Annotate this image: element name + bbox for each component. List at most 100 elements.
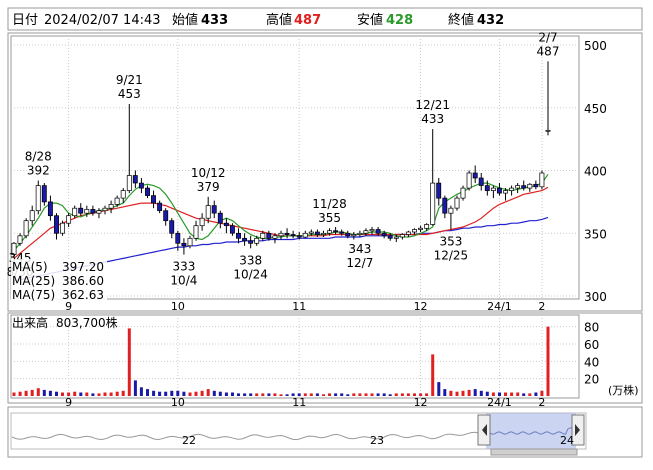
volume-bar [376, 393, 380, 396]
annotation-date: 10/4 [170, 274, 197, 288]
header-high-label: 高値 [266, 12, 292, 28]
volume-bar [285, 394, 289, 396]
candle-body [229, 225, 235, 234]
candle-body [369, 229, 375, 232]
candle-body [47, 201, 53, 217]
candle-body [126, 175, 132, 191]
volume-bar [413, 393, 416, 396]
volume-bar [103, 392, 107, 396]
candle-body [151, 195, 156, 204]
volume-bar [406, 393, 410, 396]
annotation-value: 343 [348, 242, 371, 256]
candle-body [169, 220, 175, 234]
price-x-tick-label: 24/1 [487, 300, 512, 313]
volume-bar [224, 392, 228, 396]
volume-bar [267, 393, 271, 396]
candle-body [17, 235, 23, 244]
candle-body [545, 129, 551, 132]
candle-body [266, 232, 272, 239]
candle-body [418, 227, 423, 230]
volume-bar [231, 392, 234, 396]
volume-bar [382, 393, 386, 396]
header-high-value: 487 [294, 13, 321, 28]
candle-body [478, 177, 484, 186]
candle-body [84, 209, 90, 214]
volume-bar [516, 392, 520, 396]
annotation-value: 353 [439, 234, 462, 248]
price-y-ticks: 500 450 400 350 300 [584, 39, 607, 304]
volume-y-tick-label: 60 [584, 338, 599, 352]
candle-body [448, 207, 454, 214]
candle-body [430, 182, 436, 225]
navigator-left-handle[interactable] [477, 414, 491, 446]
volume-bar [400, 393, 404, 396]
volume-bar [48, 390, 52, 396]
candle-body [521, 185, 527, 189]
candle-body [199, 217, 205, 227]
candle-body [278, 232, 284, 237]
candle-body [181, 242, 187, 247]
candle-body [187, 237, 193, 247]
volume-bar [334, 393, 338, 396]
volume-bar [85, 392, 89, 396]
volume-bar [479, 390, 483, 396]
candle-body [424, 224, 430, 229]
volume-bar [182, 391, 186, 396]
volume-bar [315, 393, 319, 396]
candle-body [96, 210, 102, 214]
candle-body [484, 185, 490, 191]
candle-body [490, 187, 496, 191]
candle-body [466, 172, 472, 189]
volume-bar [498, 392, 501, 396]
header-open-label: 始値 [172, 12, 198, 28]
volume-bar [449, 390, 453, 396]
volume-bar [61, 392, 64, 396]
volume-bar [431, 354, 435, 396]
volume-bar [170, 390, 174, 396]
candle-body [211, 205, 217, 214]
volume-bar [291, 393, 295, 396]
candle-body [102, 207, 108, 212]
candle-body [132, 175, 138, 184]
volume-bar [79, 392, 83, 396]
volume-bar [55, 391, 58, 396]
price-x-tick-label: 10 [171, 300, 185, 313]
volume-bar [437, 382, 441, 396]
annotation-value: 333 [172, 260, 195, 274]
volume-bar [534, 392, 538, 396]
volume-bar [67, 392, 71, 396]
annotation-value: 453 [118, 87, 141, 101]
stock-chart: 日付 2024/02/07 14:43 始値 433 高値 487 安値 428… [7, 7, 643, 458]
annotation-value: 433 [421, 112, 444, 126]
candle-body [60, 222, 65, 234]
volume-bar [24, 390, 28, 396]
header-datetime: 2024/02/07 14:43 [44, 13, 161, 28]
candle-body [290, 234, 296, 237]
candle-body [272, 235, 278, 239]
candle-body [41, 185, 47, 203]
volume-bar [200, 390, 204, 396]
candle-body [314, 231, 320, 235]
candle-body [90, 209, 96, 214]
ma75-value: 362.63 [62, 288, 104, 302]
volume-bar [303, 393, 307, 396]
candle-body [436, 182, 442, 199]
volume-bar [18, 391, 22, 396]
candle-body [393, 236, 399, 239]
navigator-scrollbar[interactable] [490, 448, 578, 456]
volume-bar [237, 393, 240, 396]
volume-bar [309, 393, 313, 396]
volume-bar [164, 391, 168, 396]
navigator-label-22: 22 [182, 434, 196, 447]
candle-body [223, 222, 229, 227]
price-y-tick-label: 500 [584, 39, 607, 53]
annotation-value: 392 [27, 164, 50, 178]
candle-body [217, 212, 223, 224]
candle-body [302, 232, 308, 238]
volume-bar [121, 390, 125, 396]
navigator-label-23: 23 [370, 434, 384, 447]
candle-body [54, 215, 59, 234]
candle-body [357, 232, 363, 235]
annotation-date: 12/25 [434, 248, 469, 262]
candle-body [339, 231, 345, 234]
